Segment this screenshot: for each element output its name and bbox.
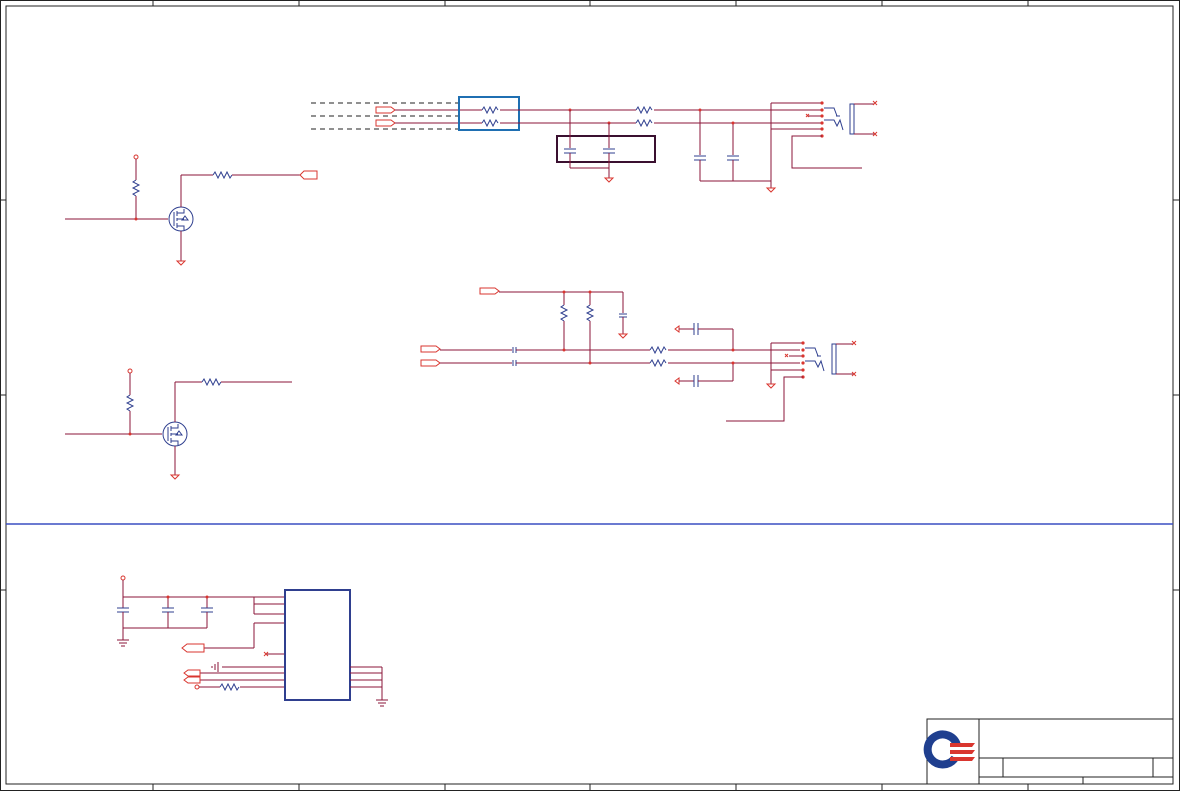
resistor (481, 105, 499, 115)
resistor (649, 345, 667, 355)
resistor (131, 179, 141, 197)
fet-circuit-1 (65, 154, 318, 266)
sheet-frame (0, 0, 1180, 791)
port-flag (299, 170, 318, 180)
capacitor-plate (693, 375, 699, 387)
capacitor-plate (117, 607, 213, 613)
audio-input-circuit (420, 287, 857, 422)
title-block (923, 718, 1174, 785)
port-flag (183, 676, 201, 684)
fet-circuit-2 (65, 368, 292, 480)
port-flag (183, 669, 201, 677)
resistor (585, 304, 595, 322)
ground-symbol (674, 377, 680, 385)
ground-symbol (617, 333, 629, 339)
resistor (212, 170, 233, 180)
ground-symbol (765, 187, 777, 193)
capacitor-plate (693, 323, 699, 335)
resistor (219, 682, 240, 692)
series-capacitor (512, 347, 517, 366)
resistor (125, 394, 135, 412)
port-flag (375, 119, 396, 127)
resistor (201, 377, 222, 387)
port-flag (375, 106, 396, 114)
schematic-sheet (0, 0, 1180, 791)
ic-block (284, 589, 351, 701)
resistor (649, 358, 667, 368)
ground-symbol (175, 260, 187, 266)
filter-box (458, 96, 520, 131)
ground-symbol (211, 662, 219, 672)
port-flag (420, 359, 441, 367)
ground-symbol (376, 699, 388, 707)
port-flag (420, 345, 441, 353)
company-logo (923, 730, 975, 769)
ground-symbol (603, 177, 615, 183)
port-flag (181, 643, 205, 653)
ground-symbol (169, 474, 181, 480)
ground-symbol (117, 639, 129, 647)
ground-symbol (674, 325, 680, 333)
mosfet (162, 421, 188, 447)
frame-ticks (0, 0, 1180, 791)
mosfet (168, 206, 194, 232)
resistor (635, 118, 653, 128)
audio-jack (771, 100, 878, 169)
port-flag (479, 287, 500, 295)
resistor (481, 118, 499, 128)
ground-symbol (765, 383, 777, 389)
audio-jack (726, 340, 857, 422)
audio-output-circuit (311, 96, 878, 193)
resistor (559, 304, 569, 322)
ic-circuit (117, 575, 388, 707)
resistor (635, 105, 653, 115)
